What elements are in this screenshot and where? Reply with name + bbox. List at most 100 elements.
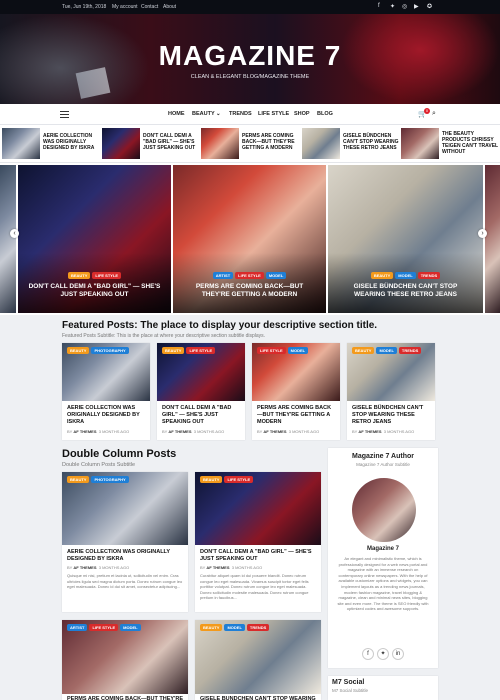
slide[interactable]: BEAUTY LIFE STYLE DON'T CALL DEMI A "BAD …	[18, 165, 171, 313]
category-tag[interactable]: TRENDS	[398, 347, 422, 354]
category-tag[interactable]: LIFE STYLE	[257, 347, 286, 354]
slide-partial[interactable]	[485, 165, 500, 313]
category-tag[interactable]: LIFE STYLE	[89, 624, 119, 631]
slide-title[interactable]: PERMS ARE COMING BACK—BUT THEY'RE GETTIN…	[183, 283, 316, 299]
ticker-item[interactable]: AERIE COLLECTION WAS ORIGINALLY DESIGNED…	[43, 133, 98, 151]
featured-post-card[interactable]: BEAUTY MODEL TRENDS GISELE BÜNDCHEN CAN'T …	[347, 343, 435, 440]
category-tag[interactable]: BEAUTY	[200, 476, 223, 483]
category-tag[interactable]: BEAUTY	[200, 624, 223, 631]
double-post-card[interactable]: BEAUTY MODEL TRENDS GISELE BÜNDCHEN CAN'T …	[195, 620, 321, 700]
post-title[interactable]: DON'T CALL DEMI A "BAD GIRL" — SHE'S JUS…	[162, 405, 240, 426]
slide[interactable]: ARTIST LIFE STYLE MODEL PERMS ARE COMING B…	[173, 165, 326, 313]
double-post-card[interactable]: BEAUTY PHOTOGRAPHY AERIE COLLECTION WAS O…	[62, 472, 188, 612]
post-excerpt: Quisque mi nisi, pretium et lacinia ut, …	[67, 573, 183, 589]
nav-blog[interactable]: BLOG	[317, 111, 333, 117]
category-tag[interactable]: TRENDS	[246, 624, 270, 631]
author-social-links: f ✦ in	[362, 648, 404, 660]
category-tag[interactable]: MODEL	[287, 347, 309, 354]
category-tag[interactable]: MODEL	[395, 272, 416, 279]
category-tag[interactable]: LIFE STYLE	[92, 272, 122, 279]
site-header: MAGAZINE 7 CLEAN & ELEGANT BLOG/MAGAZINE…	[0, 14, 500, 104]
twitter-icon[interactable]: ✦	[377, 648, 389, 660]
double-section-subtitle: Double Column Posts Subtitle	[62, 462, 136, 468]
featured-post-card[interactable]: BEAUTY PHOTOGRAPHY AERIE COLLECTION WAS O…	[62, 343, 150, 440]
category-tag[interactable]: MODEL	[224, 624, 245, 631]
facebook-icon[interactable]: f	[362, 648, 374, 660]
category-tag[interactable]: BEAUTY	[162, 347, 185, 354]
offcanvas-menu-icon[interactable]	[60, 111, 69, 118]
category-tag[interactable]: BEAUTY	[67, 476, 90, 483]
double-post-card[interactable]: ARTIST LIFE STYLE MODEL PERMS ARE COMING B…	[62, 620, 188, 700]
twitter-icon[interactable]: ✦	[390, 3, 395, 10]
chevron-down-icon: ⌄	[216, 111, 221, 117]
featured-post-card[interactable]: LIFE STYLE MODEL PERMS ARE COMING BACK—BU…	[252, 343, 340, 440]
slide[interactable]: BEAUTY MODEL TRENDS GISELE BÜNDCHEN CAN'T …	[328, 165, 483, 313]
post-title[interactable]: GISELE BÜNDCHEN CAN'T STOP WEARING THESE…	[352, 405, 430, 426]
post-meta: BY AF THEMES 3 MONTHS AGO	[67, 429, 130, 434]
youtube-icon[interactable]: ▶	[414, 3, 419, 10]
post-title[interactable]: AERIE COLLECTION WAS ORIGINALLY DESIGNED…	[67, 405, 145, 426]
nav-life-style[interactable]: LIFE STYLE	[258, 111, 289, 117]
slide-partial[interactable]	[0, 165, 16, 313]
category-tag[interactable]: BEAUTY	[67, 347, 90, 354]
featured-section-subtitle: Featured Posts Subtitle: This is the pla…	[62, 333, 266, 339]
slider-prev-arrow[interactable]: ‹	[10, 229, 19, 238]
search-icon[interactable]: ⌕	[432, 110, 436, 118]
post-time: 3 MONTHS AGO	[98, 429, 130, 434]
vk-icon[interactable]: ✪	[427, 3, 432, 10]
post-title[interactable]: DON'T CALL DEMI A "BAD GIRL" — SHE'S JUS…	[200, 549, 316, 563]
post-title[interactable]: GISELE BÜNDCHEN CAN'T STOP WEARING	[200, 696, 316, 700]
post-title[interactable]: PERMS ARE COMING BACK—BUT THEY'RE GETTIN…	[257, 405, 335, 426]
category-tag[interactable]: BEAUTY	[67, 272, 91, 279]
main-navigation: HOME BEAUTY ⌄ TRENDS LIFE STYLE SHOP BLO…	[0, 104, 500, 125]
ticker-thumb[interactable]	[2, 128, 40, 159]
category-tag[interactable]: LIFE STYLE	[235, 272, 264, 279]
category-tag[interactable]: MODEL	[376, 347, 397, 354]
category-tag[interactable]: TRENDS	[417, 272, 441, 279]
post-thumbnail[interactable]	[195, 620, 321, 694]
slider-next-arrow[interactable]: ›	[478, 229, 487, 238]
about-link[interactable]: About	[163, 4, 176, 10]
my-account-link[interactable]: My account	[112, 4, 138, 10]
category-tag[interactable]: MODEL	[265, 272, 287, 279]
slide-title[interactable]: GISELE BÜNDCHEN CAN'T STOP WEARING THESE…	[338, 283, 473, 299]
category-tag[interactable]: PHOTOGRAPHY	[91, 476, 129, 483]
site-title[interactable]: MAGAZINE 7	[0, 40, 500, 72]
category-tag[interactable]: LIFE STYLE	[186, 347, 216, 354]
double-section-title: Double Column Posts	[62, 448, 177, 460]
slide-title[interactable]: DON'T CALL DEMI A "BAD GIRL" — SHE'S JUS…	[28, 283, 161, 299]
ticker-item[interactable]: PERMS ARE COMING BACK—BUT THEY'RE GETTIN…	[242, 133, 299, 151]
avatar[interactable]	[352, 478, 416, 542]
ticker-item[interactable]: THE BEAUTY PRODUCTS CHRISSY TEIGEN CAN'T…	[442, 131, 498, 155]
instagram-icon[interactable]: ◎	[402, 3, 407, 10]
nav-beauty[interactable]: BEAUTY ⌄	[192, 111, 221, 117]
post-title[interactable]: AERIE COLLECTION WAS ORIGINALLY DESIGNED…	[67, 549, 183, 563]
double-post-card[interactable]: BEAUTY LIFE STYLE DON'T CALL DEMI A "BAD …	[195, 472, 321, 612]
category-tag[interactable]: BEAUTY	[370, 272, 394, 279]
ticker-thumb[interactable]	[201, 128, 239, 159]
ticker-item[interactable]: DON'T CALL DEMI A "BAD GIRL" — SHE'S JUS…	[143, 133, 198, 151]
ticker-thumb[interactable]	[401, 128, 439, 159]
author-bio: An elegant and minimalistic theme, which…	[337, 556, 429, 612]
category-tag[interactable]: LIFE STYLE	[224, 476, 254, 483]
category-tag[interactable]: PHOTOGRAPHY	[91, 347, 129, 354]
ticker-thumb[interactable]	[302, 128, 340, 159]
post-meta: BY AF THEMES 3 MONTHS AGO	[352, 429, 415, 434]
category-tag[interactable]: MODEL	[120, 624, 141, 631]
nav-trends[interactable]: TRENDS	[229, 111, 252, 117]
nav-home[interactable]: HOME	[168, 111, 185, 117]
contact-link[interactable]: Contact	[141, 4, 158, 10]
featured-post-card[interactable]: BEAUTY LIFE STYLE DON'T CALL DEMI A "BAD …	[157, 343, 245, 440]
post-time: 3 MONTHS AGO	[98, 565, 130, 570]
post-author: AF THEMES	[263, 429, 287, 434]
post-title[interactable]: PERMS ARE COMING BACK—BUT THEY'RE	[67, 696, 183, 700]
ticker-item[interactable]: GISELE BÜNDCHEN CAN'T STOP WEARING THESE…	[343, 133, 399, 151]
linkedin-icon[interactable]: in	[392, 648, 404, 660]
category-tag[interactable]: ARTIST	[212, 272, 234, 279]
facebook-icon[interactable]: f	[378, 3, 380, 9]
category-tag[interactable]: ARTIST	[67, 624, 88, 631]
post-thumbnail[interactable]	[62, 620, 188, 694]
category-tag[interactable]: BEAUTY	[352, 347, 375, 354]
ticker-thumb[interactable]	[102, 128, 140, 159]
nav-shop[interactable]: SHOP	[294, 111, 310, 117]
